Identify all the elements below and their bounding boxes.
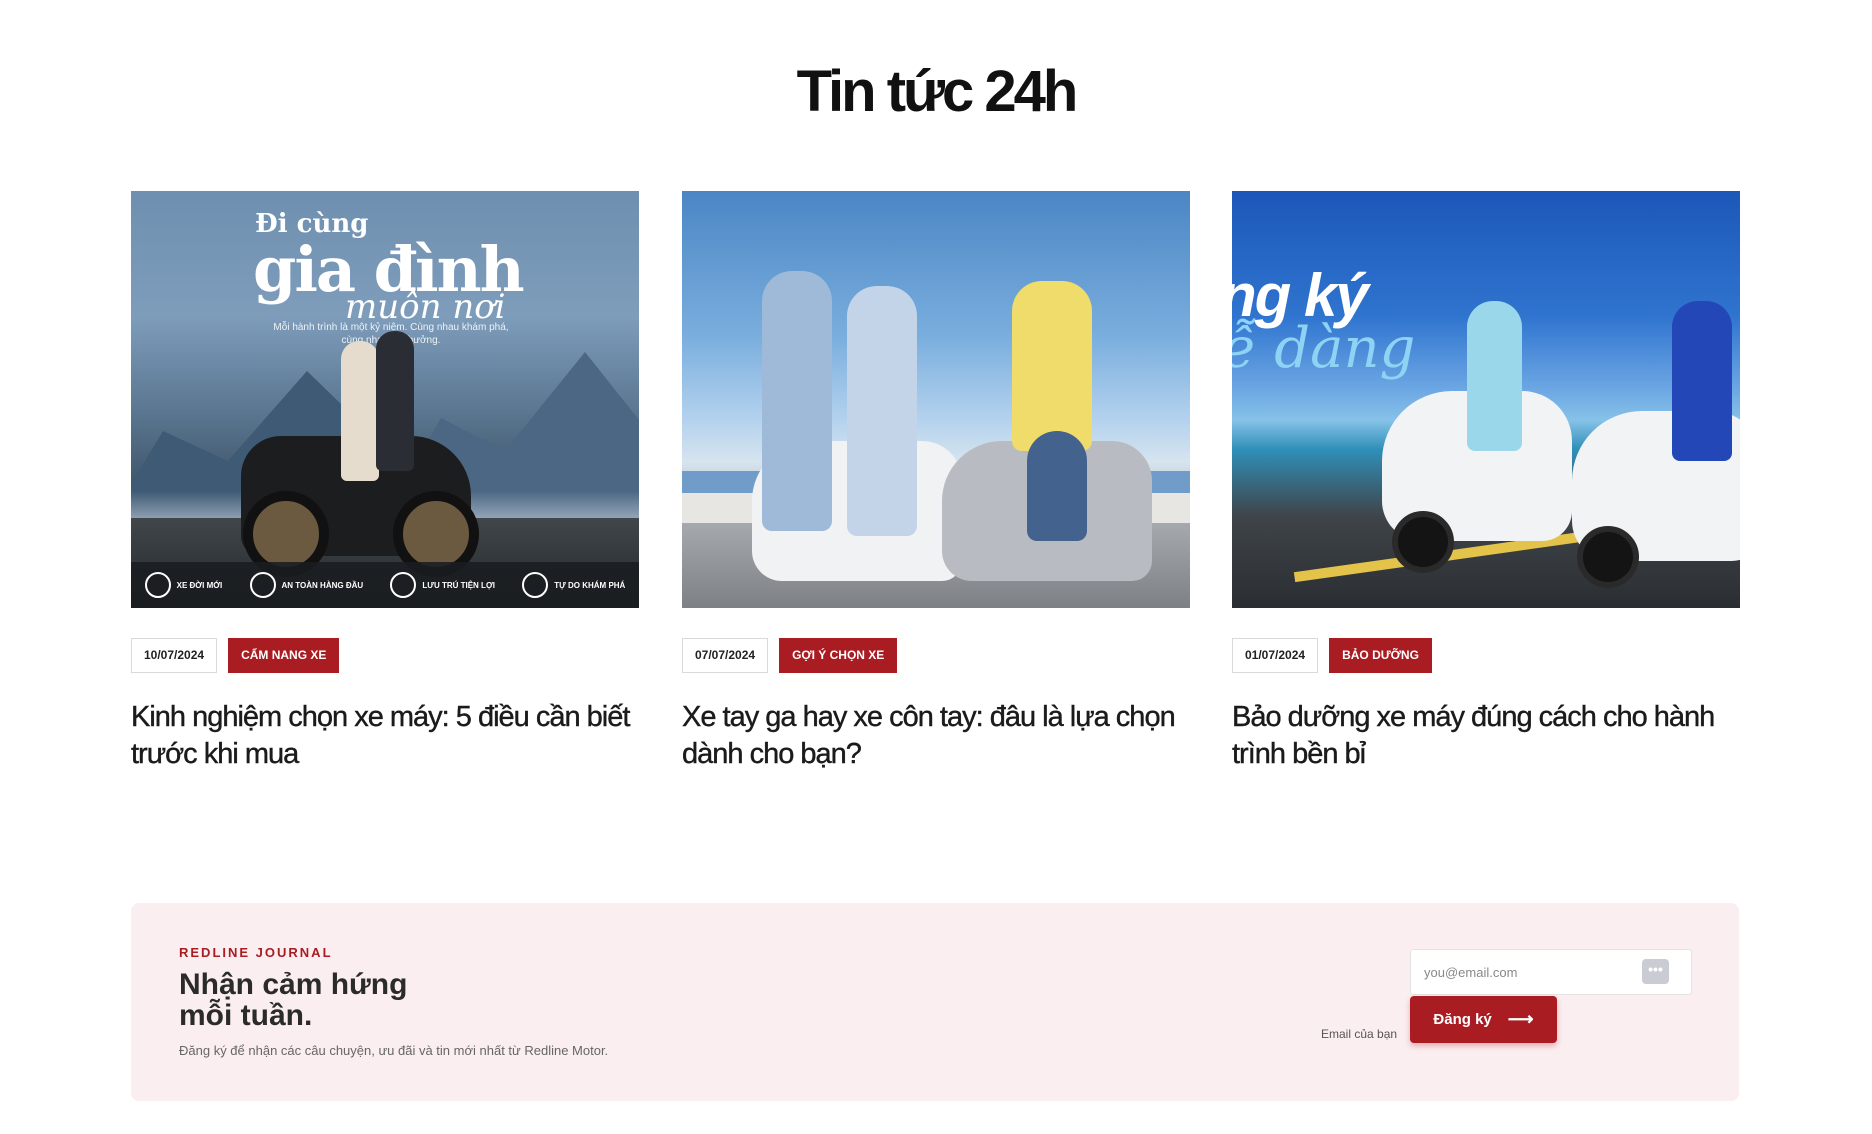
section-title: Tin tức 24h <box>796 59 1079 124</box>
autofill-icon[interactable]: ••• <box>1642 959 1669 984</box>
helmet-icon <box>249 572 276 598</box>
article-card[interactable]: Đi cùng gia đình muôn nơi Mỗi hành trình… <box>131 191 639 773</box>
person-shape <box>847 286 917 536</box>
newsletter-title: Nhận cảm hứng mỗi tuần. <box>179 968 408 1032</box>
route-icon <box>522 572 549 598</box>
feature-item: AN TOÀN HÀNG ĐẦU <box>249 572 363 598</box>
article-meta: 01/07/2024 BẢO DƯỠNG <box>1232 638 1740 673</box>
person-shape <box>1012 281 1092 451</box>
person-shape <box>376 331 414 471</box>
wheel-shape <box>1577 526 1639 588</box>
article-meta: 07/07/2024 GỢI Ý CHỌN XE <box>682 638 1190 673</box>
article-title[interactable]: Kinh nghiệm chọn xe máy: 5 điều cần biết… <box>131 699 639 773</box>
person-shape <box>1672 301 1732 461</box>
image-headline: ễ dàng <box>1232 316 1416 381</box>
newsletter-kicker: REDLINE JOURNAL <box>179 945 333 960</box>
article-date: 10/07/2024 <box>131 638 218 673</box>
category-badge[interactable]: CẨM NANG XE <box>228 638 340 673</box>
category-badge[interactable]: GỢI Ý CHỌN XE <box>779 638 898 673</box>
article-image[interactable]: Đi cùng gia đình muôn nơi Mỗi hành trình… <box>131 191 639 608</box>
newsletter-description: Đăng ký để nhận các câu chuyện, ưu đãi v… <box>179 1043 609 1058</box>
motorbike-icon <box>144 572 171 598</box>
article-meta: 10/07/2024 CẨM NANG XE <box>131 638 639 673</box>
article-title[interactable]: Bảo dưỡng xe máy đúng cách cho hành trìn… <box>1232 699 1740 773</box>
article-image[interactable] <box>682 191 1190 608</box>
article-image[interactable]: ng ký ễ dàng <box>1232 191 1740 608</box>
newsletter-panel: REDLINE JOURNAL Nhận cảm hứng mỗi tuần. … <box>131 903 1739 1101</box>
email-label: Email của bạn <box>1321 1027 1398 1041</box>
article-date: 01/07/2024 <box>1232 638 1319 673</box>
wheel-shape <box>1392 511 1454 573</box>
person-shape <box>1467 301 1522 451</box>
feature-item: LƯU TRÚ TIỆN LỢI <box>390 572 495 598</box>
article-card[interactable]: ng ký ễ dàng 01/07/2024 BẢO DƯỠNG Bảo dư… <box>1232 191 1740 773</box>
article-title[interactable]: Xe tay ga hay xe côn tay: đâu là lựa chọ… <box>682 699 1190 773</box>
feature-item: XE ĐỜI MỚI <box>144 572 222 598</box>
category-badge[interactable]: BẢO DƯỠNG <box>1329 638 1432 673</box>
person-shape <box>762 271 832 531</box>
feature-strip: XE ĐỜI MỚI AN TOÀN HÀNG ĐẦU LƯU TRÚ TIỆN… <box>131 562 639 608</box>
article-card[interactable]: 07/07/2024 GỢI Ý CHỌN XE Xe tay ga hay x… <box>682 191 1190 773</box>
luggage-icon <box>390 572 417 598</box>
arrow-right-icon: ⟶ <box>1507 1009 1534 1029</box>
person-shape <box>1027 431 1087 541</box>
subscribe-button-label: Đăng ký <box>1433 1011 1492 1028</box>
subscribe-button[interactable]: Đăng ký ⟶ <box>1410 996 1557 1043</box>
feature-item: TỰ DO KHÁM PHÁ <box>522 572 625 598</box>
person-shape <box>341 341 379 481</box>
article-date: 07/07/2024 <box>682 638 769 673</box>
